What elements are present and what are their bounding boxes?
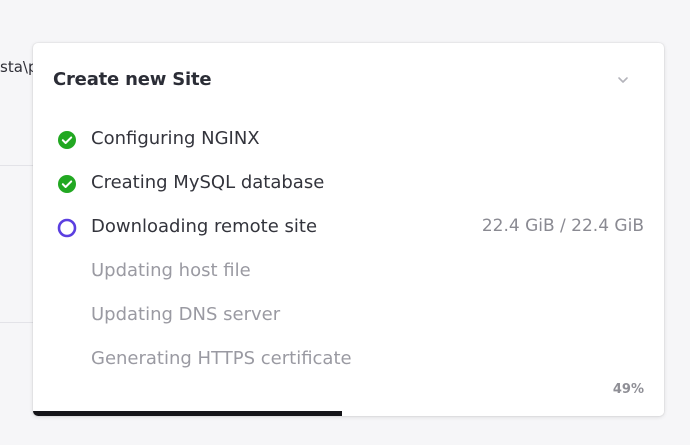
progress-percent: 49%: [612, 382, 644, 397]
step-item: Updating host file: [33, 259, 664, 283]
step-item: Creating MySQL database: [33, 171, 664, 195]
step-item: Configuring NGINX: [33, 127, 664, 151]
step-label: Updating DNS server: [91, 304, 281, 325]
step-item: Updating DNS server: [33, 303, 664, 327]
progress-bar: [33, 411, 664, 416]
check-circle-icon: [57, 174, 77, 194]
ring-icon: [57, 218, 77, 238]
check-circle-icon: [57, 130, 77, 150]
step-item: Generating HTTPS certificate: [33, 347, 664, 371]
step-label: Generating HTTPS certificate: [91, 348, 352, 369]
create-site-panel: Create new Site Configuring NGINX Creati…: [33, 43, 664, 416]
step-label: Configuring NGINX: [91, 128, 260, 149]
panel-header[interactable]: Create new Site: [53, 69, 644, 93]
download-progress-text: 22.4 GiB / 22.4 GiB: [481, 216, 644, 236]
step-label: Downloading remote site: [91, 216, 318, 237]
step-label: Creating MySQL database: [91, 172, 325, 193]
step-item: Downloading remote site 22.4 GiB / 22.4 …: [33, 215, 664, 239]
progress-bar-fill: [33, 411, 343, 416]
chevron-down-icon[interactable]: [616, 73, 630, 87]
step-label: Updating host file: [91, 260, 251, 281]
background-path-text: sta\p: [0, 58, 38, 76]
panel-title: Create new Site: [53, 69, 212, 90]
